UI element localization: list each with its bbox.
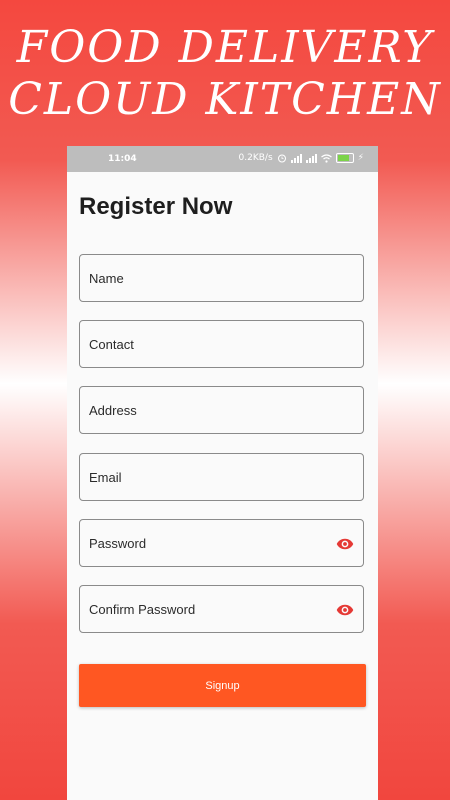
page-title: Register Now [79, 193, 233, 220]
email-field-label: Email [89, 470, 122, 485]
network-speed: 0.2KB/s [238, 153, 273, 163]
address-field-label: Address [89, 403, 137, 418]
wifi-icon [320, 153, 332, 163]
confirm-password-field-label: Confirm Password [89, 602, 196, 617]
promo-banner: FOOD DELIVERY CLOUD KITCHEN [0, 22, 450, 126]
address-field[interactable]: Address [79, 386, 364, 434]
signal-icon [305, 153, 317, 163]
battery-icon [335, 153, 354, 163]
email-field[interactable]: Email [79, 453, 364, 501]
confirm-password-field[interactable]: Confirm Password [79, 585, 364, 633]
contact-field[interactable]: Contact [79, 320, 364, 368]
banner-line-1: FOOD DELIVERY [16, 22, 434, 73]
password-field-label: Password [89, 536, 147, 551]
eye-icon[interactable] [336, 601, 354, 619]
signal-icon [290, 153, 302, 163]
contact-field-label: Contact [89, 337, 134, 352]
status-icons: 0.2KB/s ⚡ [239, 153, 364, 163]
status-bar: 11:04 0.2KB/s ⚡ [67, 146, 378, 172]
signup-button[interactable]: Signup [79, 664, 366, 707]
status-time: 11:04 [108, 154, 137, 164]
banner-line-2: CLOUD KITCHEN [8, 74, 442, 125]
eye-icon[interactable] [336, 535, 354, 553]
phone-screen: 11:04 0.2KB/s ⚡ Register Now Name Contac… [67, 146, 378, 800]
name-field-label: Name [89, 271, 124, 286]
alarm-icon [277, 154, 286, 163]
charging-icon: ⚡ [357, 153, 364, 163]
password-field[interactable]: Password [79, 519, 364, 567]
name-field[interactable]: Name [79, 254, 364, 302]
